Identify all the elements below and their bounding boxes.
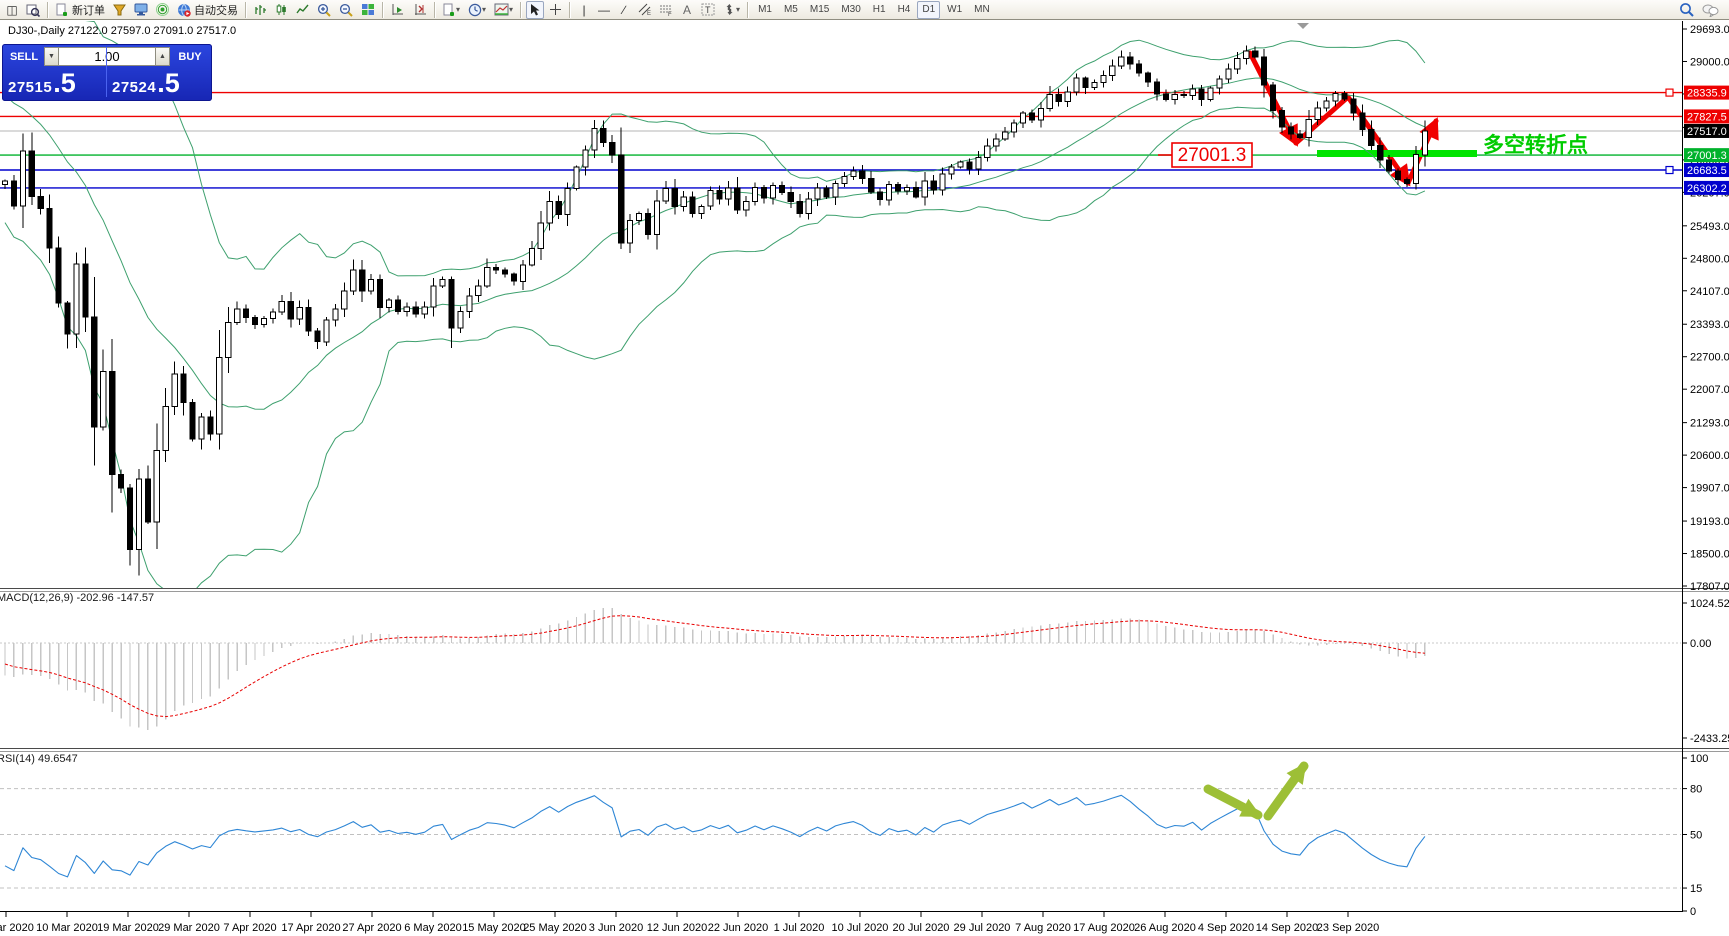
date-tick-label: 23 Sep 2020 <box>1317 922 1379 934</box>
price-tick-label: 19193.0 <box>1690 516 1729 528</box>
macd-panel[interactable] <box>0 608 1682 730</box>
price-tick-label: 19907.0 <box>1690 483 1729 495</box>
rsi-tick-label: 100 <box>1690 753 1708 765</box>
date-tick-label: 29 Mar 2020 <box>158 922 220 934</box>
rsi-panel[interactable] <box>0 766 1682 888</box>
volume-input[interactable]: 1.00 <box>59 47 155 66</box>
date-tick-label: 4 Sep 2020 <box>1198 922 1254 934</box>
price-tick-label: 17807.0 <box>1690 581 1729 593</box>
price-tick-label: 20600.0 <box>1690 450 1729 462</box>
macd-indicator-label: MACD(12,26,9) -202.96 -147.57 <box>0 592 154 604</box>
volume-up-button[interactable]: ▲ <box>155 47 170 66</box>
macd-histogram <box>5 608 1425 730</box>
price-level-badge-text: 26302.2 <box>1687 183 1727 195</box>
buy-button[interactable]: BUY <box>170 51 210 63</box>
rsi-up-arrow[interactable] <box>1268 766 1304 816</box>
date-tick-label: 29 Jul 2020 <box>954 922 1011 934</box>
date-tick-label: 17 Aug 2020 <box>1073 922 1135 934</box>
date-tick-label: 15 May 2020 <box>462 922 526 934</box>
price-tick-label: 18500.0 <box>1690 549 1729 561</box>
mt4-window: ◫ 新订单 自动交易 <box>0 0 1729 936</box>
price-tick-label: 25493.0 <box>1690 221 1729 233</box>
price-tick-label: 24800.0 <box>1690 253 1729 265</box>
price-level-badge-text: 27827.5 <box>1687 111 1727 123</box>
price-callout-text: 27001.3 <box>1178 145 1247 166</box>
macd-signal-line <box>5 616 1425 717</box>
price-level-badge-text: 26683.5 <box>1687 165 1727 177</box>
price-tick-label: 29693.0 <box>1690 24 1729 36</box>
rsi-tick-label: 50 <box>1690 830 1702 842</box>
one-click-trade-panel: SELL ▼ 1.00 ▲ BUY 27515.5 27524.5 <box>2 44 212 101</box>
bollinger-lower <box>5 107 1425 593</box>
rsi-line <box>5 795 1425 877</box>
date-tick-label: 2 Mar 2020 <box>0 922 34 934</box>
macd-tick-label: 0.00 <box>1690 638 1711 650</box>
date-tick-label: 17 Apr 2020 <box>281 922 340 934</box>
line-handle[interactable] <box>1666 89 1673 96</box>
volume-down-button[interactable]: ▼ <box>44 47 59 66</box>
price-tick-label: 24107.0 <box>1690 286 1729 298</box>
chart-shift-marker <box>1297 23 1309 29</box>
date-tick-label: 1 Jul 2020 <box>774 922 825 934</box>
date-tick-label: 10 Jul 2020 <box>832 922 889 934</box>
chart-area[interactable]: 27001.3多空转折点29693.029000.028307.027593.0… <box>0 0 1729 936</box>
date-tick-label: 27 Apr 2020 <box>342 922 401 934</box>
price-tick-label: 22700.0 <box>1690 352 1729 364</box>
sell-button[interactable]: SELL <box>4 51 44 63</box>
price-tick-label: 21293.0 <box>1690 418 1729 430</box>
price-tick-label: 23393.0 <box>1690 319 1729 331</box>
date-tick-label: 19 Mar 2020 <box>97 922 159 934</box>
bollinger-upper <box>5 0 1425 276</box>
date-tick-label: 3 Jun 2020 <box>589 922 643 934</box>
main-chart-panel[interactable] <box>2 0 1427 593</box>
date-tick-label: 6 May 2020 <box>404 922 461 934</box>
rsi-tick-label: 80 <box>1690 784 1702 796</box>
date-tick-label: 7 Aug 2020 <box>1015 922 1071 934</box>
date-tick-label: 7 Apr 2020 <box>223 922 276 934</box>
rsi-indicator-label: RSI(14) 49.6547 <box>0 753 78 765</box>
date-tick-label: 14 Sep 2020 <box>1256 922 1318 934</box>
zigzag-arrow[interactable] <box>1296 97 1348 143</box>
date-tick-label: 26 Aug 2020 <box>1134 922 1196 934</box>
price-level-badge-text: 27517.0 <box>1687 126 1727 138</box>
line-handle[interactable] <box>1666 167 1673 174</box>
buy-price[interactable]: 27524.5 <box>102 71 206 96</box>
price-level-badge-text: 28335.9 <box>1687 88 1727 100</box>
rsi-tick-label: 0 <box>1690 906 1696 918</box>
rsi-tick-label: 15 <box>1690 883 1702 895</box>
date-tick-label: 22 Jun 2020 <box>708 922 769 934</box>
price-level-badge-text: 27001.3 <box>1687 150 1727 162</box>
sell-price[interactable]: 27515.5 <box>8 71 102 96</box>
green-highlight-bar[interactable] <box>1317 150 1477 157</box>
candlestick-series <box>2 45 1427 575</box>
date-tick-label: 12 Jun 2020 <box>647 922 708 934</box>
price-tick-label: 29000.0 <box>1690 56 1729 68</box>
symbol-info: DJ30-,Daily 27122.0 27597.0 27091.0 2751… <box>8 25 236 37</box>
macd-tick-label: 1024.52 <box>1690 598 1729 610</box>
price-tick-label: 22007.0 <box>1690 384 1729 396</box>
cn-annotation-text[interactable]: 多空转折点 <box>1483 133 1588 157</box>
date-tick-label: 10 Mar 2020 <box>36 922 98 934</box>
macd-tick-label: -2433.25 <box>1690 733 1729 745</box>
date-tick-label: 20 Jul 2020 <box>893 922 950 934</box>
trade-panel-divider <box>106 47 107 97</box>
date-tick-label: 25 May 2020 <box>523 922 587 934</box>
